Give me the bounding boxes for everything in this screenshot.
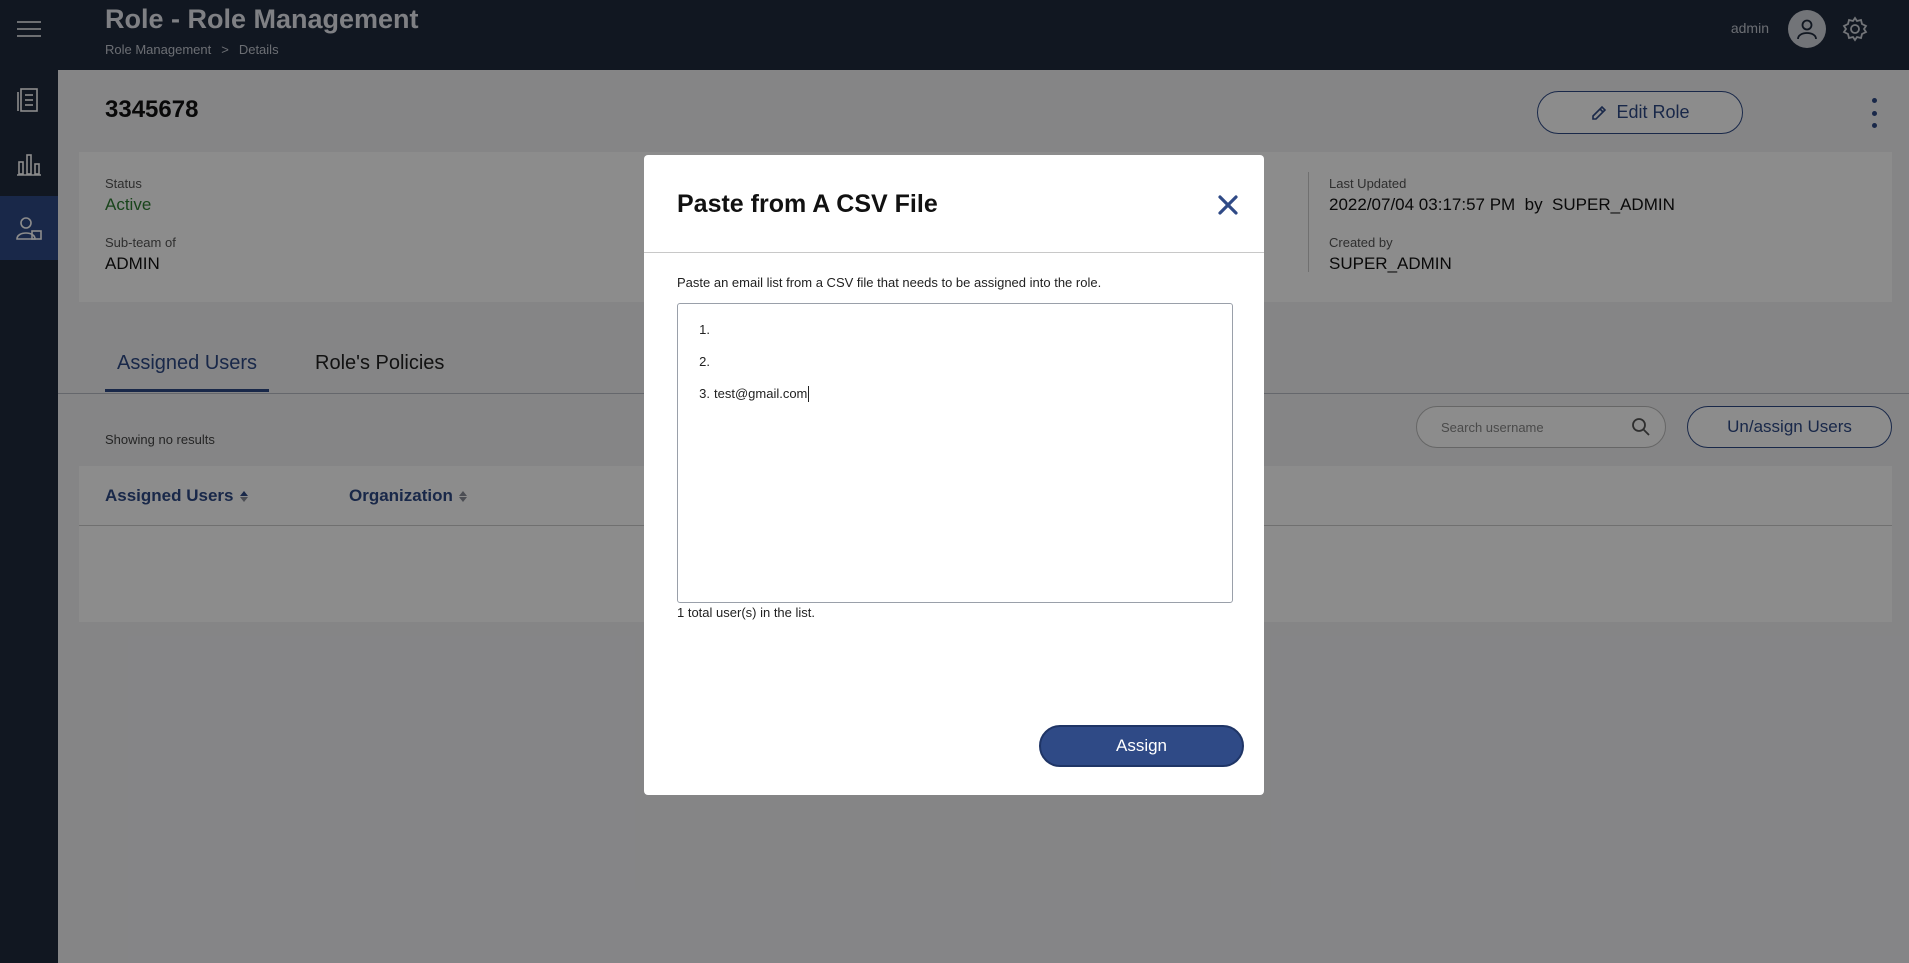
list-item: 2. bbox=[678, 354, 1232, 386]
user-count-text: 1 total user(s) in the list. bbox=[677, 605, 815, 620]
assign-button[interactable]: Assign bbox=[1039, 725, 1244, 767]
paste-csv-modal: Paste from A CSV File Paste an email lis… bbox=[644, 155, 1264, 795]
email-list-textarea[interactable]: 1. 2. 3. test@gmail.com bbox=[677, 303, 1233, 603]
modal-divider bbox=[644, 252, 1264, 253]
close-icon[interactable] bbox=[1214, 191, 1242, 219]
list-item: 1. bbox=[678, 322, 1232, 354]
line-number: 2. bbox=[699, 354, 710, 369]
modal-title: Paste from A CSV File bbox=[677, 190, 938, 218]
line-number: 3. bbox=[699, 386, 710, 401]
list-item: 3. test@gmail.com bbox=[678, 386, 1232, 418]
line-number: 1. bbox=[699, 322, 710, 337]
modal-description: Paste an email list from a CSV file that… bbox=[677, 275, 1102, 290]
line-text: test@gmail.com bbox=[714, 386, 808, 401]
text-cursor bbox=[808, 386, 810, 402]
